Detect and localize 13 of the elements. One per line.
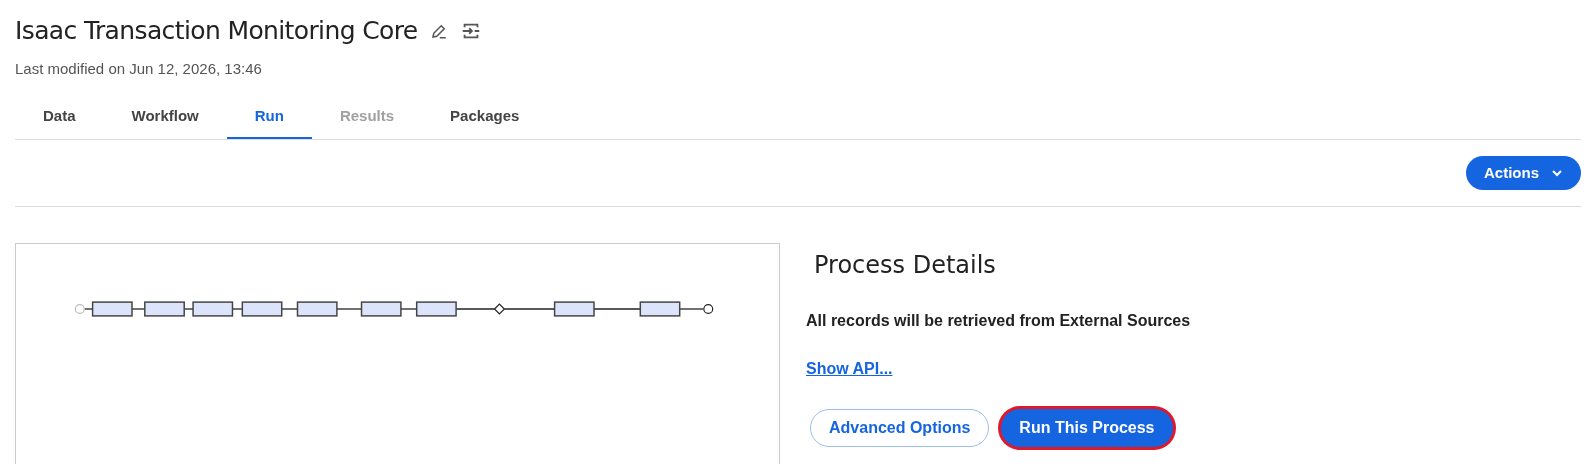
last-modified-text: Last modified on Jun 12, 2026, 13:46	[15, 58, 263, 79]
actions-button[interactable]: Actions	[1466, 156, 1581, 190]
tab[interactable]: Packages	[422, 96, 548, 139]
chevron-down-icon	[1551, 167, 1563, 179]
show-api-link[interactable]: Show API...	[806, 357, 1191, 381]
tab[interactable]: Workflow	[103, 96, 227, 139]
tab[interactable]: Run	[226, 96, 312, 139]
options-button[interactable]: Advanced Options	[810, 409, 990, 447]
section-heading: Process Details	[814, 250, 997, 281]
page-title: Isaac Transaction Monitoring Core	[15, 15, 418, 47]
records-source-text: All records will be retrieved from External Sources	[806, 311, 1191, 331]
run-button[interactable]: Run This Process	[1001, 409, 1173, 447]
tab[interactable]: Data	[15, 96, 104, 139]
